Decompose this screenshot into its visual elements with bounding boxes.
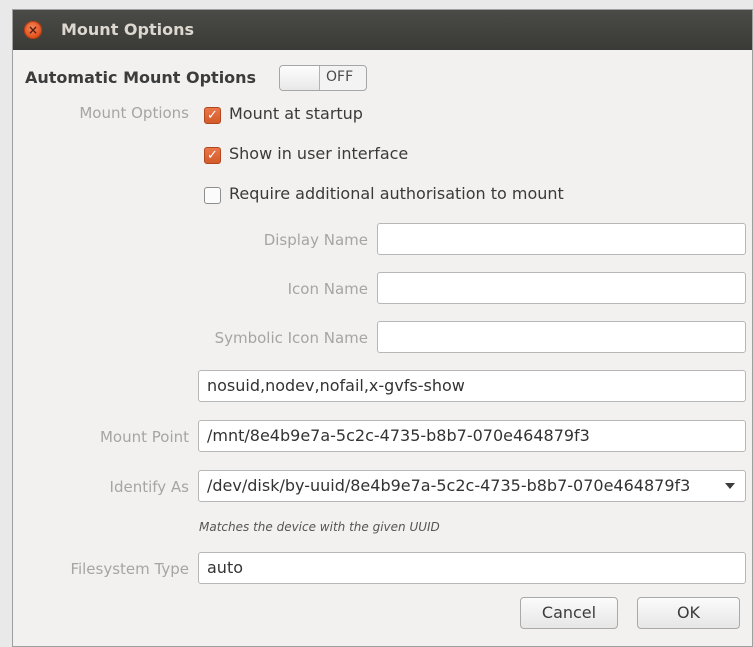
require-authorisation-label[interactable]: Require additional authorisation to moun… [229,184,564,203]
mount-at-startup-label[interactable]: Mount at startup [229,104,363,123]
mount-point-label: Mount Point [99,428,189,446]
symbolic-icon-name-label: Symbolic Icon Name [214,329,368,347]
automatic-mount-toggle[interactable]: OFF [279,65,367,91]
chevron-down-icon[interactable] [725,483,735,489]
show-in-ui-label[interactable]: Show in user interface [229,144,408,163]
check-icon: ✓ [207,148,218,163]
identify-as-label: Identify As [109,478,189,496]
ok-button[interactable]: OK [637,597,740,629]
mount-options-label: Mount Options [79,104,189,122]
toggle-knob[interactable] [280,66,320,90]
symbolic-icon-name-field[interactable] [377,321,746,353]
window-title: Mount Options [61,20,195,39]
icon-name-field[interactable] [377,272,746,304]
mount-options-dialog: × Mount Options Automatic Mount Options … [12,9,753,647]
close-icon[interactable]: × [24,21,42,39]
display-name-label: Display Name [263,231,368,249]
mount-point-field[interactable]: /mnt/8e4b9e7a-5c2c-4735-b8b7-070e464879f… [198,420,746,452]
filesystem-type-label: Filesystem Type [70,560,189,578]
filesystem-type-field[interactable]: auto [198,552,746,584]
require-authorisation-checkbox[interactable] [204,187,221,204]
identify-as-hint: Matches the device with the given UUID [199,520,440,534]
identify-as-dropdown[interactable]: /dev/disk/by-uuid/8e4b9e7a-5c2c-4735-b8b… [198,470,746,502]
automatic-mount-options-label: Automatic Mount Options [25,68,257,87]
show-in-ui-checkbox[interactable]: ✓ [204,147,221,164]
identify-as-value: /dev/disk/by-uuid/8e4b9e7a-5c2c-4735-b8b… [207,476,691,495]
check-icon: ✓ [207,108,218,123]
title-bar: × Mount Options [13,10,752,50]
display-name-field[interactable] [377,223,746,255]
icon-name-label: Icon Name [287,280,368,298]
cancel-button[interactable]: Cancel [520,597,618,629]
toggle-state-label: OFF [326,69,354,85]
mount-at-startup-checkbox[interactable]: ✓ [204,107,221,124]
mount-options-field[interactable]: nosuid,nodev,nofail,x-gvfs-show [198,370,746,402]
